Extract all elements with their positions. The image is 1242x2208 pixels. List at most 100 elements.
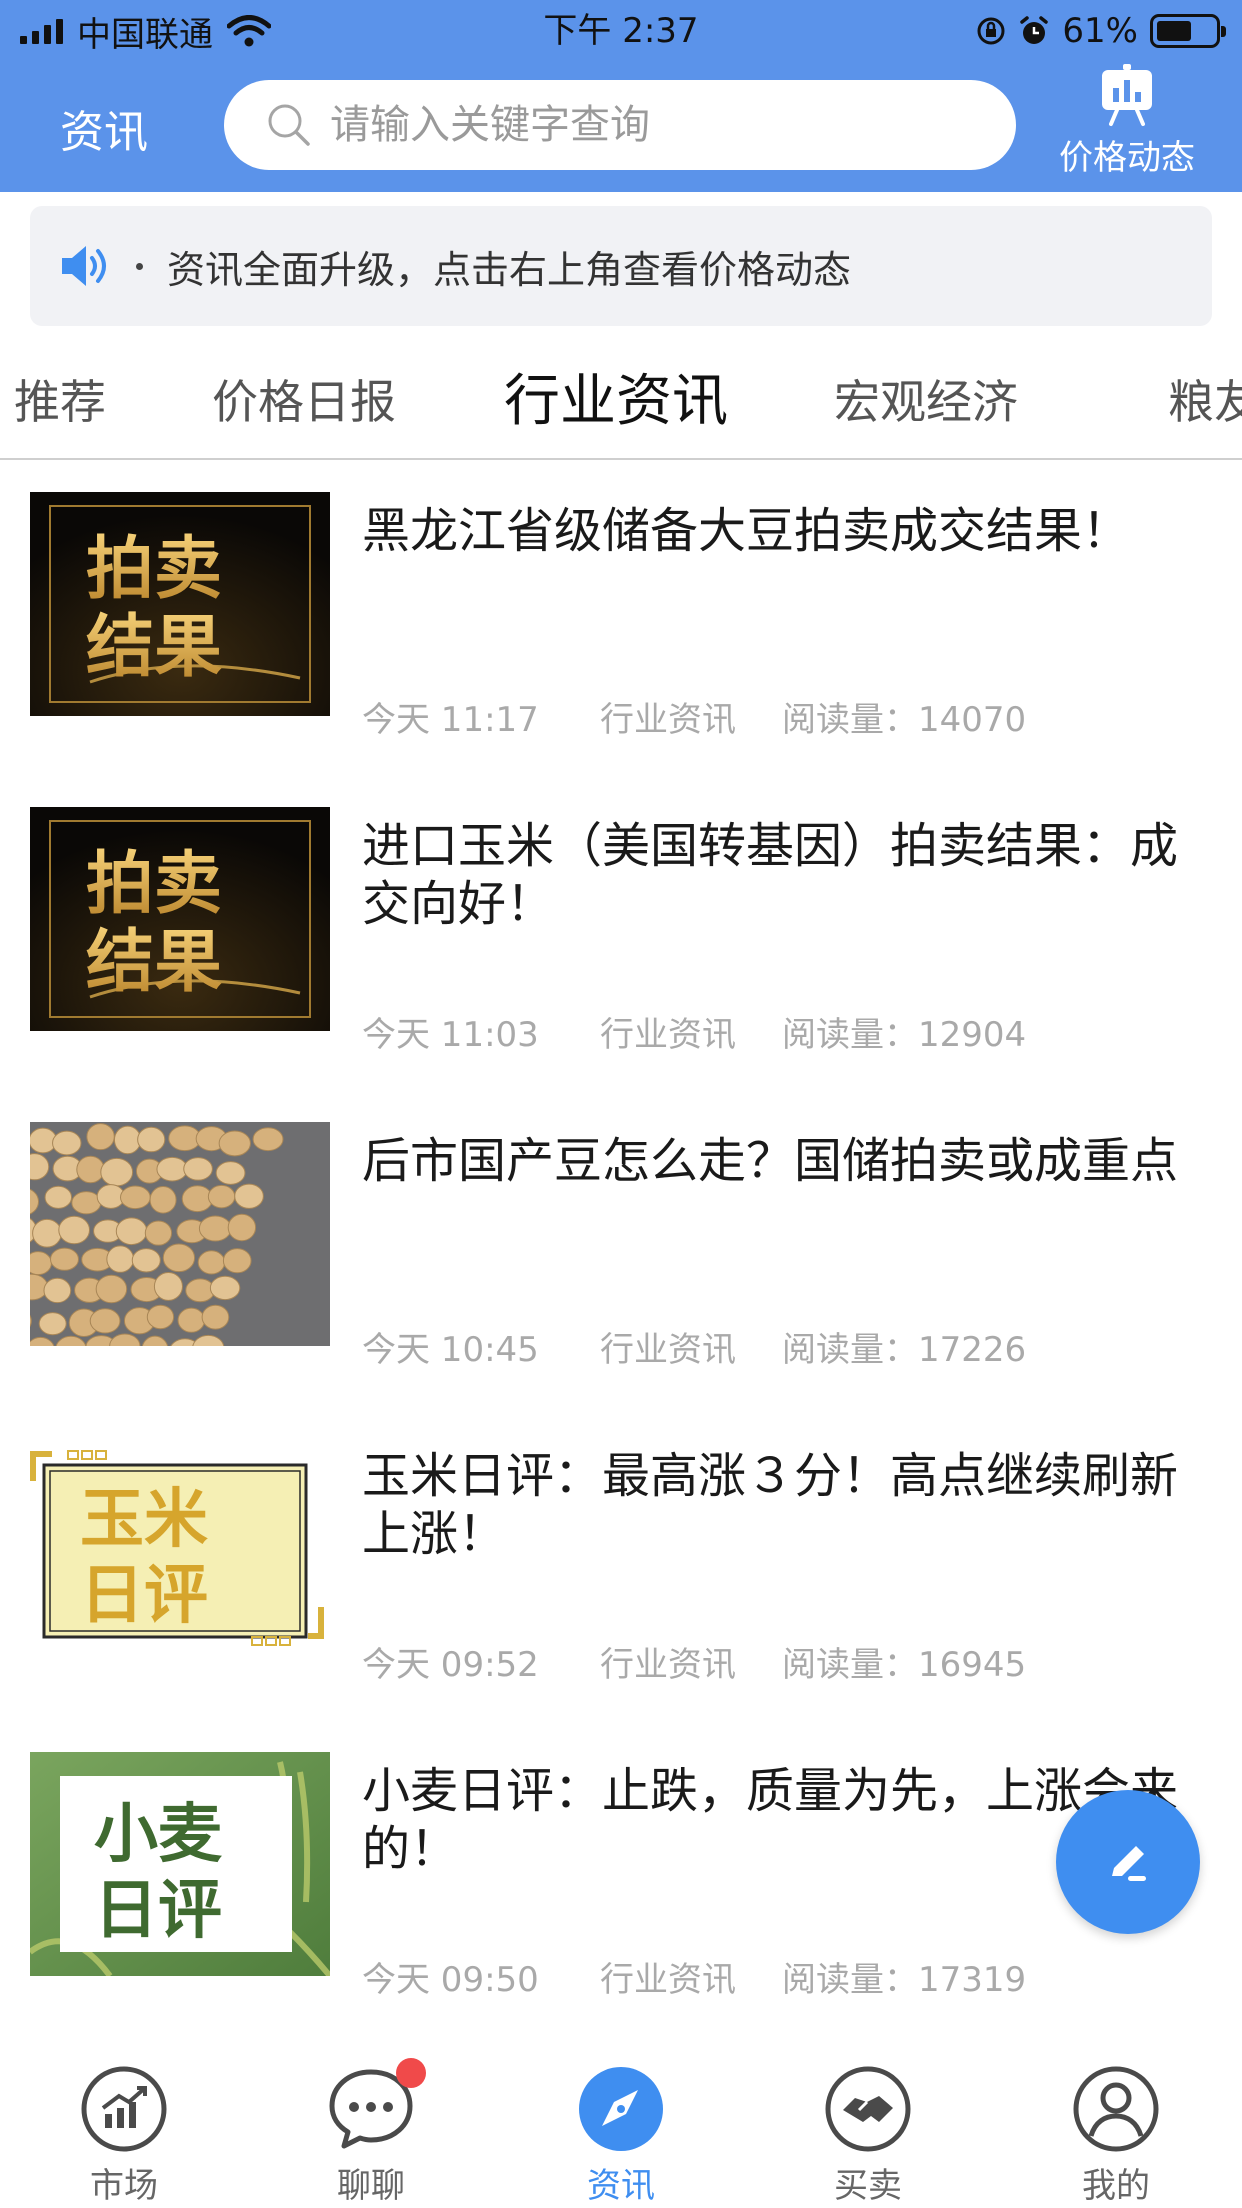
soybean — [119, 1185, 151, 1210]
tab-grain-friends[interactable]: 粮友 — [1168, 356, 1242, 456]
news-thumbnail: 拍卖 结果 — [30, 807, 330, 1031]
soybean — [209, 1275, 241, 1301]
soybean — [198, 1215, 232, 1242]
tab-profile-label: 我的 — [1082, 2166, 1150, 2206]
notice-bullet — [136, 262, 143, 270]
signal-icon — [20, 18, 63, 44]
soybean — [234, 1183, 264, 1209]
tab-profile[interactable]: 我的 — [1016, 2064, 1216, 2207]
list-item[interactable]: 后市国产豆怎么走？国储拍卖或成重点 今天 10:45 行业资讯 阅读量：1722… — [0, 1090, 1242, 1405]
list-item[interactable]: 拍卖 结果 黑龙江省级储备大豆拍卖成交结果！ 今天 11:17 行业资讯 阅读量… — [0, 460, 1242, 775]
soybean — [207, 1184, 236, 1209]
news-thumbnail: 玉米 日评 — [30, 1437, 330, 1661]
soybean — [149, 1186, 177, 1214]
news-category: 行业资讯 — [600, 700, 736, 740]
news-thumbnail: 小麦 日评 — [30, 1752, 330, 1976]
category-tabs: 推荐 价格日报 行业资讯 宏观经济 粮友 — [0, 356, 1242, 460]
soybean — [197, 1250, 226, 1275]
thumb-text-line-1: 拍卖 — [86, 845, 222, 924]
battery-icon — [1150, 14, 1226, 48]
soybean — [162, 1243, 196, 1273]
price-trends-label: 价格动态 — [1059, 138, 1195, 178]
news-time: 今天 11:17 — [362, 700, 539, 740]
news-list: 拍卖 结果 黑龙江省级储备大豆拍卖成交结果！ 今天 11:17 行业资讯 阅读量… — [0, 460, 1242, 2020]
soybean — [113, 1125, 142, 1155]
soybean — [44, 1185, 73, 1209]
soybean — [115, 1217, 148, 1246]
news-title: 玉米日评：最高涨３分！高点继续刷新上涨！ — [362, 1448, 1179, 1562]
list-item[interactable]: 玉米 日评 玉米日评：最高涨３分！高点继续刷新上涨！ 今天 09:52 行业资讯… — [0, 1405, 1242, 1720]
compose-button[interactable] — [1056, 1790, 1200, 1934]
soybean — [146, 1304, 175, 1330]
news-read-count: 阅读量：17226 — [782, 1330, 1027, 1370]
news-time: 今天 10:45 — [362, 1330, 539, 1370]
thumb-text-line-2: 结果 — [86, 608, 222, 687]
battery-fill — [1157, 21, 1192, 41]
thumb-text-line-2: 日评 — [80, 1559, 208, 1633]
tab-recommend[interactable]: 推荐 — [14, 356, 106, 456]
speaker-icon — [62, 246, 106, 286]
search-input[interactable] — [330, 102, 930, 148]
compass-icon — [579, 2067, 663, 2151]
news-category: 行业资讯 — [600, 1330, 736, 1370]
tab-price-daily[interactable]: 价格日报 — [212, 356, 396, 456]
soybean — [227, 1213, 257, 1242]
news-category: 行业资讯 — [600, 1960, 736, 2000]
soybean — [137, 1126, 166, 1153]
news-thumbnail: 拍卖 结果 — [30, 492, 330, 716]
news-time: 今天 11:03 — [362, 1015, 539, 1055]
news-title: 黑龙江省级储备大豆拍卖成交结果！ — [362, 503, 1131, 559]
soybean — [58, 1215, 91, 1245]
tab-industry-news[interactable]: 行业资讯 — [504, 356, 728, 456]
soybean — [32, 1218, 62, 1248]
soybean — [86, 1123, 115, 1151]
bottom-tab-bar: 市场 聊聊 资讯 买卖 我的 — [0, 2036, 1242, 2208]
tab-trade-label: 买卖 — [834, 2166, 902, 2206]
search-box[interactable] — [224, 80, 1016, 170]
edit-icon — [1112, 1846, 1146, 1881]
price-trends-button[interactable]: 价格动态 — [1030, 64, 1224, 188]
handshake-icon — [825, 2066, 911, 2152]
soybean — [89, 1308, 121, 1334]
notice-text: 资讯全面升级，点击右上角查看价格动态 — [167, 247, 852, 292]
orientation-lock-icon — [977, 17, 1005, 45]
news-title: 后市国产豆怎么走？国储拍卖或成重点 — [362, 1133, 1179, 1189]
thumb-text-line-2: 日评 — [94, 1874, 222, 1948]
list-item[interactable]: 拍卖 结果 进口玉米（美国转基因）拍卖结果：成交向好！ 今天 11:03 行业资… — [0, 775, 1242, 1090]
tab-macro-economy[interactable]: 宏观经济 — [834, 356, 1018, 456]
soybean — [76, 1155, 105, 1184]
soybean — [183, 1157, 213, 1181]
status-right: 61% — [976, 8, 1226, 54]
soybean — [43, 1277, 72, 1304]
tab-chat[interactable]: 聊聊 — [271, 2058, 471, 2207]
soybean — [71, 1191, 102, 1215]
wifi-icon — [227, 15, 271, 47]
thumb-text-line-1: 拍卖 — [86, 530, 222, 609]
soybean — [181, 1185, 214, 1213]
soybean — [52, 1130, 82, 1156]
unread-badge — [396, 2058, 426, 2088]
news-read-count: 阅读量：16945 — [782, 1645, 1027, 1685]
tab-trade[interactable]: 买卖 — [768, 2064, 968, 2207]
alarm-icon — [1020, 16, 1049, 44]
tab-market[interactable]: 市场 — [24, 2064, 224, 2207]
soybean — [30, 1251, 52, 1276]
tab-chat-label: 聊聊 — [337, 2166, 405, 2206]
soybean — [95, 1274, 128, 1304]
soybean — [215, 1161, 246, 1185]
tab-news[interactable]: 资讯 — [521, 2064, 721, 2207]
soybean — [153, 1271, 183, 1301]
news-category: 行业资讯 — [600, 1015, 736, 1055]
notice-banner[interactable]: 资讯全面升级，点击右上角查看价格动态 — [30, 206, 1212, 326]
news-read-count: 阅读量：17319 — [782, 1960, 1027, 2000]
soybean — [131, 1248, 161, 1273]
soybean — [38, 1312, 67, 1336]
soybean — [218, 1130, 251, 1157]
soybean — [252, 1127, 284, 1152]
news-title: 进口玉米（美国转基因）拍卖结果：成交向好！ — [362, 818, 1179, 932]
news-time: 今天 09:50 — [362, 1960, 539, 2000]
page-title: 资讯 — [60, 107, 148, 158]
soybean — [106, 1245, 135, 1273]
bar-chart-icon — [1102, 64, 1152, 126]
search-icon — [268, 104, 310, 146]
